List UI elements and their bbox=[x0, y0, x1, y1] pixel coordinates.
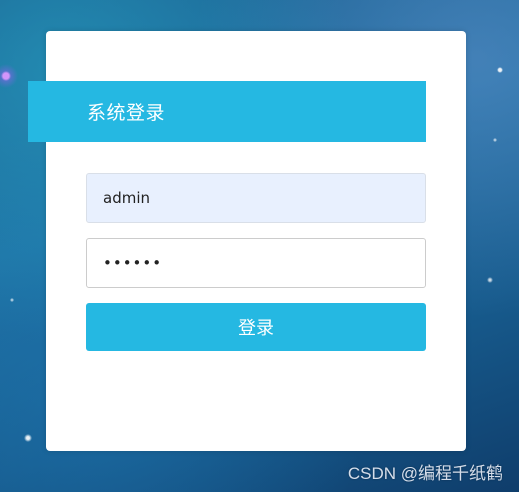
page-title: 系统登录 bbox=[87, 102, 166, 124]
csdn-watermark: CSDN @编程千纸鹤 bbox=[347, 464, 503, 483]
login-header: 系统登录 bbox=[28, 81, 426, 142]
password-input[interactable]: •••••• bbox=[86, 238, 426, 288]
username-input[interactable]: admin bbox=[86, 173, 426, 223]
login-button[interactable]: 登录 bbox=[86, 303, 426, 351]
